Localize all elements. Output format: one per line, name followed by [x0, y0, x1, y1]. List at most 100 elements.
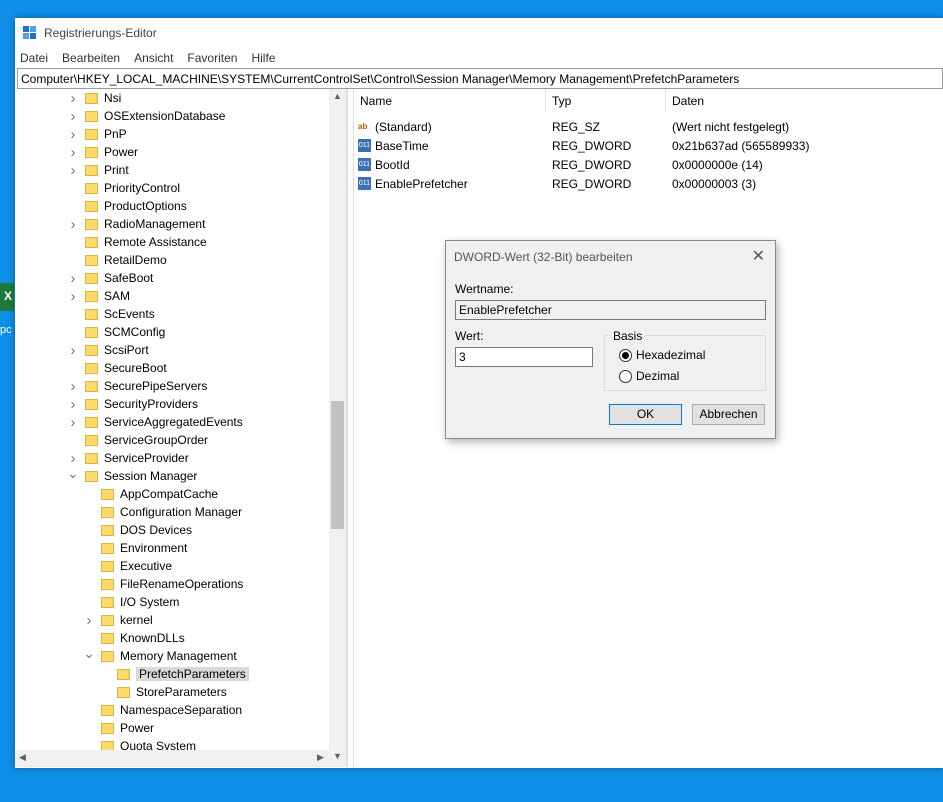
tree-item-label: ServiceProvider — [104, 451, 189, 465]
tree-item-label: SafeBoot — [104, 271, 154, 285]
tree-vertical-scrollbar[interactable]: ▲ ▼ — [329, 89, 346, 767]
tree-item[interactable]: DOS Devices — [83, 521, 192, 539]
tree-item[interactable]: Executive — [83, 557, 172, 575]
tree-item[interactable]: › Nsi — [67, 89, 122, 107]
list-row[interactable]: ab (Standard) REG_SZ (Wert nicht festgelegt… — [354, 117, 943, 136]
radio-hexadecimal[interactable]: Hexadezimal — [619, 348, 705, 362]
column-data[interactable]: Daten — [666, 89, 943, 113]
tree-item[interactable]: KnownDLLs — [83, 629, 185, 647]
chevron-right-icon[interactable]: › — [67, 216, 79, 233]
menu-edit[interactable]: Bearbeiten — [62, 51, 120, 65]
tree-item[interactable]: ⌄ Memory Management — [83, 645, 237, 665]
list-header: Name Typ Daten — [354, 89, 943, 113]
value-name-cell: 011 EnablePrefetcher — [354, 177, 546, 191]
chevron-right-icon[interactable]: › — [67, 90, 79, 107]
tree-item[interactable]: Configuration Manager — [83, 503, 242, 521]
title-bar[interactable]: Registrierungs-Editor — [15, 18, 943, 48]
tree-item[interactable]: › ServiceProvider — [67, 449, 189, 467]
folder-icon — [85, 416, 98, 428]
folder-icon — [101, 722, 114, 734]
key-tree[interactable]: › Nsi › OSExtensionDatabase › PnP › Power › Print… — [15, 89, 347, 767]
tree-horizontal-scrollbar[interactable]: ◀ ▶ — [15, 750, 329, 767]
chevron-right-icon[interactable]: › — [67, 396, 79, 413]
tree-item[interactable]: › ScsiPort — [67, 341, 149, 359]
tree-item[interactable]: Power — [83, 719, 154, 737]
tree-item[interactable]: › SecurePipeServers — [67, 377, 208, 395]
scroll-right-icon[interactable]: ▶ — [317, 752, 324, 763]
folder-icon — [101, 614, 114, 626]
chevron-right-icon[interactable]: › — [67, 288, 79, 305]
tree-item[interactable]: Environment — [83, 539, 187, 557]
chevron-right-icon[interactable]: › — [67, 162, 79, 179]
tree-item[interactable]: Remote Assistance — [67, 233, 207, 251]
chevron-right-icon[interactable]: › — [67, 108, 79, 125]
tree-item[interactable]: I/O System — [83, 593, 179, 611]
tree-item[interactable]: › Print — [67, 161, 129, 179]
tree-item[interactable]: RetailDemo — [67, 251, 167, 269]
tree-item[interactable]: ⌄ Session Manager — [67, 465, 197, 485]
menu-favorites[interactable]: Favoriten — [187, 51, 237, 65]
cancel-button[interactable]: Abbrechen — [692, 404, 765, 425]
tree-item[interactable]: StoreParameters — [99, 683, 227, 701]
tree-item[interactable]: FileRenameOperations — [83, 575, 243, 593]
menu-help[interactable]: Hilfe — [251, 51, 275, 65]
chevron-right-icon[interactable]: › — [67, 270, 79, 287]
scroll-up-icon[interactable]: ▲ — [329, 91, 346, 101]
tree-item[interactable]: PrefetchParameters — [99, 665, 249, 683]
tree-item[interactable]: SCMConfig — [67, 323, 165, 341]
pane-splitter[interactable] — [347, 89, 354, 767]
folder-icon — [101, 488, 114, 500]
list-row[interactable]: 011 BootId REG_DWORD 0x0000000e (14) — [354, 155, 943, 174]
scroll-down-icon[interactable]: ▼ — [329, 751, 346, 761]
chevron-down-icon[interactable]: ⌄ — [67, 465, 79, 482]
tree-item-label: NamespaceSeparation — [120, 703, 243, 717]
close-icon[interactable]: ✕ — [752, 246, 765, 266]
menu-file[interactable]: Datei — [20, 51, 48, 65]
radio-selected-icon[interactable] — [619, 348, 632, 362]
tree-item[interactable]: › SAM — [67, 287, 131, 305]
column-type[interactable]: Typ — [546, 89, 666, 113]
tree-item[interactable]: › RadioManagement — [67, 215, 206, 233]
value-data-input[interactable]: 3 — [455, 347, 593, 367]
chevron-down-icon[interactable]: ⌄ — [83, 645, 95, 662]
tree-item[interactable]: PriorityControl — [67, 179, 180, 197]
tree-item[interactable]: › SafeBoot — [67, 269, 154, 287]
dialog-body: Wertname: EnablePrefetcher Wert: 3 Basis… — [446, 273, 775, 438]
tree-item[interactable]: › SecurityProviders — [67, 395, 199, 413]
tree-item[interactable]: ScEvents — [67, 305, 155, 323]
chevron-right-icon[interactable]: › — [67, 126, 79, 143]
tree-item[interactable]: SecureBoot — [67, 359, 167, 377]
tree-item[interactable]: › ServiceAggregatedEvents — [67, 413, 243, 431]
tree-item-label: ScEvents — [104, 307, 155, 321]
tree-item[interactable]: ProductOptions — [67, 197, 187, 215]
tree-item[interactable]: › Power — [67, 143, 139, 161]
radio-decimal[interactable]: Dezimal — [619, 369, 679, 383]
tree-item[interactable]: ServiceGroupOrder — [67, 431, 208, 449]
chevron-right-icon[interactable]: › — [67, 342, 79, 359]
scroll-thumb[interactable] — [331, 401, 344, 529]
tree-item[interactable]: › OSExtensionDatabase — [67, 107, 226, 125]
chevron-right-icon[interactable]: › — [67, 378, 79, 395]
tree-item-label: Print — [104, 163, 129, 177]
menu-view[interactable]: Ansicht — [134, 51, 173, 65]
folder-icon — [101, 578, 114, 590]
ok-button[interactable]: OK — [609, 404, 682, 425]
chevron-right-icon[interactable]: › — [67, 414, 79, 431]
scroll-left-icon[interactable]: ◀ — [19, 752, 26, 763]
address-bar[interactable]: Computer\HKEY_LOCAL_MACHINE\SYSTEM\Curre… — [17, 68, 943, 89]
folder-icon — [85, 452, 98, 464]
folder-icon — [85, 128, 98, 140]
tree-item[interactable]: › kernel — [83, 611, 153, 629]
radio-unselected-icon[interactable] — [619, 369, 632, 383]
list-row[interactable]: 011 BaseTime REG_DWORD 0x21b637ad (56558993… — [354, 136, 943, 155]
tree-item[interactable]: › PnP — [67, 125, 127, 143]
chevron-right-icon[interactable]: › — [83, 612, 95, 629]
desktop-excel-icon[interactable]: X — [0, 283, 14, 311]
tree-item[interactable]: AppCompatCache — [83, 485, 218, 503]
column-name[interactable]: Name — [354, 89, 546, 113]
list-row[interactable]: 011 EnablePrefetcher REG_DWORD 0x00000003 (… — [354, 174, 943, 193]
tree-item-label: AppCompatCache — [120, 487, 219, 501]
chevron-right-icon[interactable]: › — [67, 144, 79, 161]
folder-icon — [85, 92, 98, 104]
tree-item[interactable]: NamespaceSeparation — [83, 701, 242, 719]
